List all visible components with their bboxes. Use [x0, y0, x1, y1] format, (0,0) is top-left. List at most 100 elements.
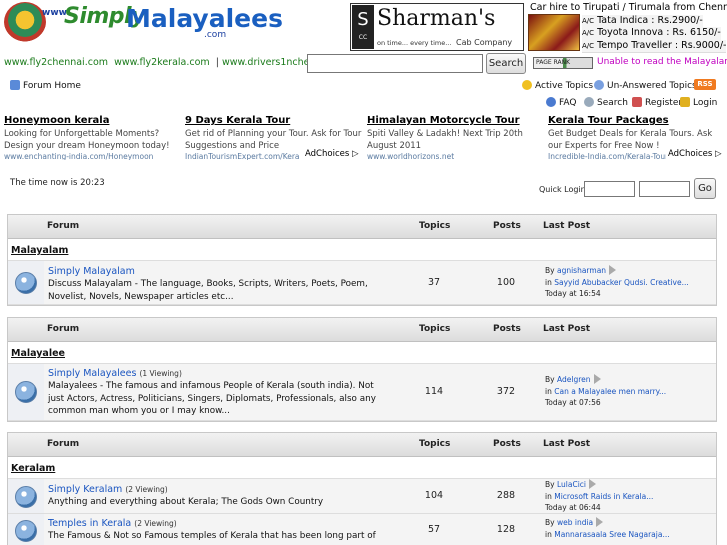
forum-title-text[interactable]: Simply Malayalam — [48, 266, 135, 277]
quick-login-password[interactable] — [639, 181, 690, 197]
nav-forum-home-label: Forum Home — [23, 81, 81, 91]
sharman-tagline: on time... every time... — [377, 39, 452, 47]
last-post-thread[interactable]: Microsoft Raids in Kerala... — [554, 492, 653, 501]
rss-button[interactable]: RSS — [694, 79, 716, 90]
site-search-button[interactable]: Search — [486, 53, 526, 74]
forum-section-keralam: Forum Topics Posts Last Post Keralam Sim… — [7, 432, 717, 545]
last-post-user[interactable]: Adelgren — [557, 375, 591, 384]
forum-status-icon — [15, 486, 37, 508]
forum-row: Simply Malayalam Discuss Malayalam - The… — [8, 261, 716, 305]
forum-title[interactable]: Simply Keralam (2 Viewing) — [48, 484, 168, 495]
nav-active-topics-label: Active Topics — [535, 81, 594, 91]
ad-unit[interactable]: Himalayan Motorcycle Tour Spiti Valley &… — [367, 115, 545, 160]
category-row[interactable]: Malayalam — [8, 239, 716, 261]
forum-description: Malayalees - The famous and infamous Peo… — [48, 381, 376, 416]
link-fly2chennai[interactable]: www.fly2chennai.com — [4, 57, 108, 68]
last-post-thread[interactable]: Mannarasaala Sree Nagaraja... — [554, 530, 669, 539]
malayalam-help-link[interactable]: Unable to read the Malayalam Text? — [597, 57, 727, 67]
adchoices-link[interactable]: AdChoices ▷ — [305, 149, 359, 159]
last-post-user[interactable]: agnisharman — [557, 266, 606, 275]
last-post-in: in — [545, 386, 552, 396]
nav-search[interactable]: Search — [584, 97, 628, 108]
go-to-post-icon[interactable] — [593, 374, 601, 384]
forum-posts-count: 372 — [496, 386, 516, 397]
forum-icon-cell — [8, 364, 44, 420]
last-post-in: in — [545, 529, 552, 539]
last-post-thread[interactable]: Sayyid Abubacker Qudsi. Creative... — [554, 278, 689, 287]
ac-label: A/C — [582, 41, 595, 50]
last-post-info: By web india in Mannarasaala Sree Nagara… — [545, 517, 715, 540]
last-post-by: By — [545, 518, 555, 527]
last-post-thread[interactable]: Can a Malayalee men marry... — [554, 387, 666, 396]
forum-title-text[interactable]: Simply Malayalees — [48, 368, 136, 379]
ad-url[interactable]: IndianTourismExpert.com/Kerala — [185, 152, 300, 160]
last-post-in: in — [545, 491, 552, 501]
help-icon — [546, 97, 556, 107]
forum-title[interactable]: Simply Malayalees (1 Viewing) — [48, 368, 182, 379]
ac-label: A/C — [582, 16, 595, 25]
nav-faq-label: FAQ — [559, 98, 577, 108]
last-post-user[interactable]: LulaCici — [557, 480, 586, 489]
nav-active-topics[interactable]: Active Topics — [522, 80, 593, 91]
table-header: Forum Topics Posts Last Post — [8, 215, 716, 239]
ad-title[interactable]: Himalayan Motorcycle Tour — [367, 115, 545, 126]
kathakali-logo-icon — [4, 2, 46, 42]
site-search-input[interactable] — [307, 54, 483, 73]
col-last-post: Last Post — [543, 439, 591, 449]
forum-title-text[interactable]: Simply Keralam — [48, 484, 122, 495]
forum-topics-count: 114 — [424, 386, 444, 397]
ad-title[interactable]: 9 Days Kerala Tour — [185, 115, 363, 126]
col-topics: Topics — [419, 324, 451, 334]
quick-login-go-button[interactable]: Go — [694, 178, 716, 199]
adchoices-link[interactable]: AdChoices ▷ — [668, 149, 722, 159]
ad-url[interactable]: Incredible-India.com/Kerala-Tour — [548, 152, 666, 160]
forum-viewing: (2 Viewing) — [125, 485, 168, 494]
tirupati-deity-image[interactable] — [528, 14, 580, 51]
partner-links: www.fly2chennai.com www.fly2kerala.com |… — [4, 57, 353, 68]
ad-description: Spiti Valley & Ladakh! Next Trip 20th Au… — [367, 129, 523, 151]
forum-title[interactable]: Temples in Kerala (2 Viewing) — [48, 518, 177, 529]
forum-section-malayalam: Forum Topics Posts Last Post Malayalam S… — [7, 214, 717, 306]
forum-viewing: (2 Viewing) — [134, 519, 177, 528]
go-to-post-icon[interactable] — [596, 517, 604, 527]
site-logo[interactable]: www. Simply Malayalees .com — [4, 2, 283, 44]
category-row[interactable]: Malayalee — [8, 342, 716, 364]
ad-url[interactable]: www.worldhorizons.net — [367, 152, 545, 160]
nav-unanswered-topics[interactable]: Un-Answered Topics — [594, 80, 697, 91]
register-icon — [632, 97, 642, 107]
last-post-info: By agnisharman in Sayyid Abubacker Qudsi… — [545, 265, 715, 300]
forum-viewing: (1 Viewing) — [139, 369, 182, 378]
last-post-in: in — [545, 277, 552, 287]
last-post-user[interactable]: web india — [557, 518, 593, 527]
forum-topics-count: 57 — [427, 524, 441, 535]
forum-title[interactable]: Simply Malayalam — [48, 266, 135, 277]
forum-row: Simply Malayalees (1 Viewing) Malayalees… — [8, 364, 716, 421]
ad-strip: Honeymoon kerala Looking for Unforgettab… — [4, 115, 722, 161]
ad-unit[interactable]: Honeymoon kerala Looking for Unforgettab… — [4, 115, 182, 160]
link-fly2kerala[interactable]: www.fly2kerala.com — [114, 57, 210, 68]
ad-title[interactable]: Kerala Tour Packages — [548, 115, 726, 126]
ad-url[interactable]: www.enchanting-india.com/Honeymoon — [4, 152, 182, 160]
nav-login-label: Login — [693, 98, 718, 108]
nav-login[interactable]: Login — [680, 97, 717, 108]
forum-posts-count: 128 — [496, 524, 516, 535]
category-row[interactable]: Keralam — [8, 457, 716, 479]
go-to-post-icon[interactable] — [609, 265, 617, 275]
category-title[interactable]: Keralam — [11, 463, 55, 474]
go-to-post-icon[interactable] — [589, 479, 596, 489]
forum-title-text[interactable]: Temples in Kerala — [48, 518, 131, 529]
nav-faq[interactable]: FAQ — [546, 97, 576, 108]
site-header: www. Simply Malayalees .com S CC Sharman… — [0, 0, 727, 53]
forum-topics-count: 104 — [424, 490, 444, 501]
ad-title[interactable]: Honeymoon kerala — [4, 115, 182, 126]
nav-forum-home[interactable]: Forum Home — [10, 80, 81, 91]
cab-offer-title: Car hire to Tirupati / Tirumala from Che… — [530, 2, 727, 13]
quick-login-username[interactable] — [584, 181, 635, 197]
category-title[interactable]: Malayalam — [11, 245, 68, 256]
sharman-cab-banner[interactable]: S CC Sharman's on time... every time... … — [350, 3, 524, 51]
adchoices-icon: ▷ — [351, 149, 359, 159]
nav-register[interactable]: Register — [632, 97, 682, 108]
star-outline-icon — [594, 80, 604, 90]
category-title[interactable]: Malayalee — [11, 348, 65, 359]
last-post-info: By LulaCici in Microsoft Raids in Kerala… — [545, 479, 715, 514]
